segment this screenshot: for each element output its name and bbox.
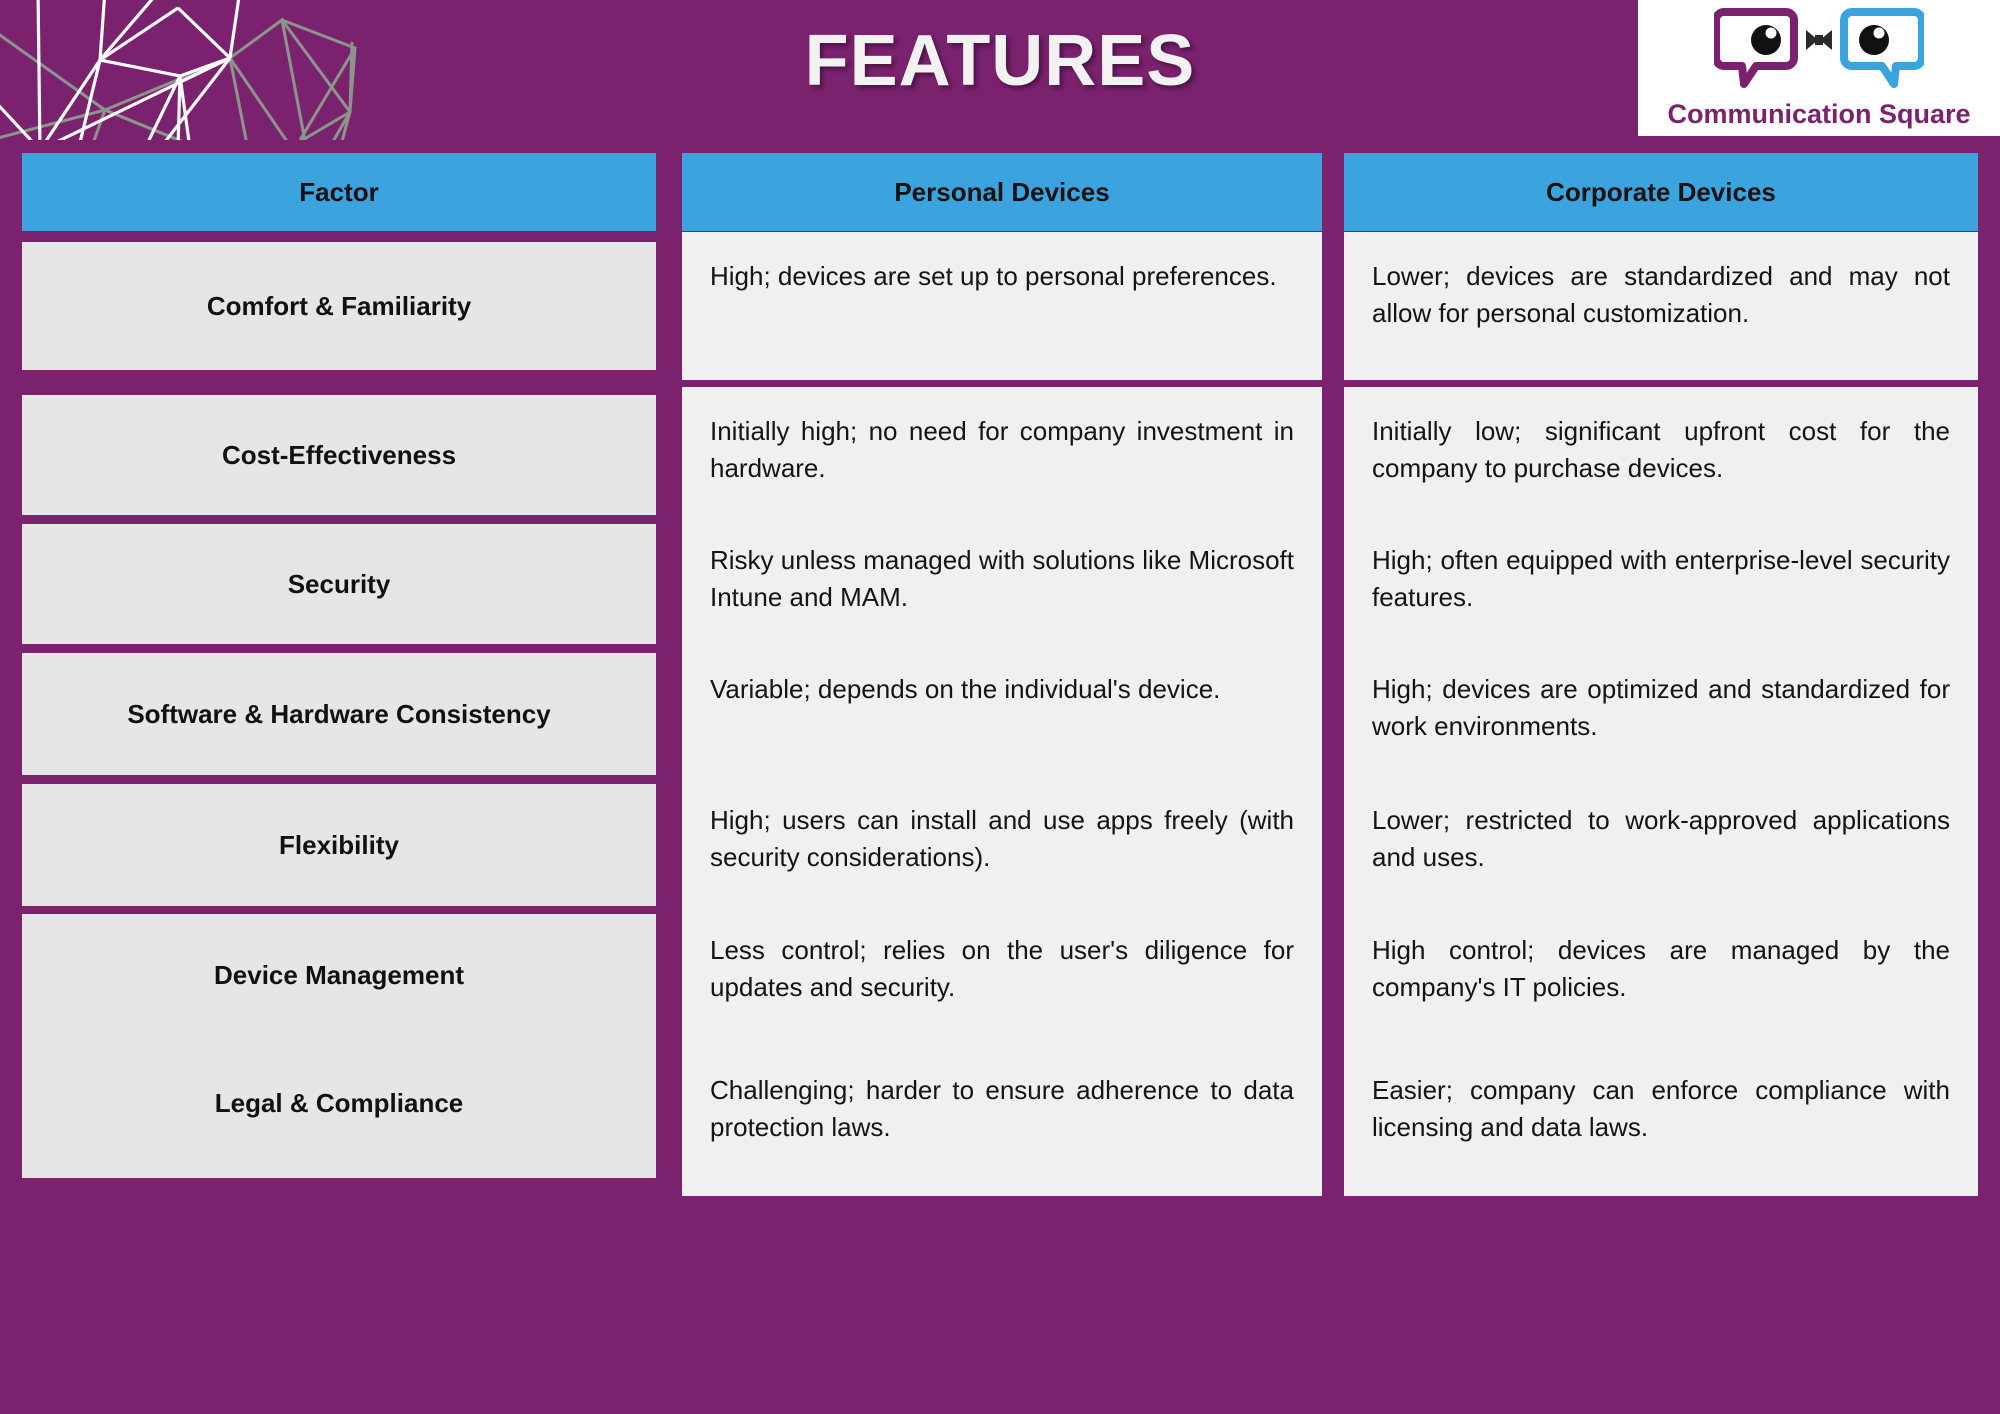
cell-corporate-devices: Lower; devices are standardized and may …: [1344, 232, 1978, 380]
table-row: Flexibility High; users can install and …: [0, 776, 2000, 926]
brand-logo[interactable]: Communication Square: [1638, 0, 2000, 136]
cell-personal-devices: High; users can install and use apps fre…: [682, 776, 1322, 926]
table-row: Security Risky unless managed with solut…: [0, 516, 2000, 664]
cell-personal-devices: Challenging; harder to ensure adherence …: [682, 1046, 1322, 1196]
cell-corporate-devices: High; devices are optimized and standard…: [1344, 645, 1978, 795]
row-factor-label: Legal & Compliance: [22, 1028, 656, 1178]
cell-personal-devices: Initially high; no need for company inve…: [682, 387, 1322, 535]
column-header-corporate-devices: Corporate Devices: [1344, 153, 1978, 231]
cell-corporate-devices: Easier; company can enforce compliance w…: [1344, 1046, 1978, 1196]
page-header: FEATURES Communication Square: [0, 0, 2000, 140]
row-factor-label: Security: [22, 524, 656, 644]
cell-corporate-devices: Initially low; significant upfront cost …: [1344, 387, 1978, 535]
table-row: Cost-Effectiveness Initially high; no ne…: [0, 387, 2000, 535]
cell-corporate-devices: Lower; restricted to work-approved appli…: [1344, 776, 1978, 926]
column-header-personal-devices: Personal Devices: [682, 153, 1322, 231]
features-comparison-table: Factor Personal Devices Corporate Device…: [0, 140, 2000, 1196]
cell-corporate-devices: High; often equipped with enterprise-lev…: [1344, 516, 1978, 664]
row-factor-label: Cost-Effectiveness: [22, 395, 656, 515]
speech-bubbles-logo-icon: [1714, 8, 1924, 88]
table-row: Comfort & Familiarity High; devices are …: [0, 232, 2000, 395]
table-header-row: Factor Personal Devices Corporate Device…: [0, 140, 2000, 232]
table-row: Software & Hardware Consistency Variable…: [0, 645, 2000, 795]
row-factor-label: Device Management: [22, 914, 656, 1036]
cell-personal-devices: High; devices are set up to personal pre…: [682, 232, 1322, 380]
cell-personal-devices: Less control; relies on the user's dilig…: [682, 906, 1322, 1056]
column-header-factor: Factor: [22, 153, 656, 231]
cell-personal-devices: Variable; depends on the individual's de…: [682, 645, 1322, 795]
cell-corporate-devices: High control; devices are managed by the…: [1344, 906, 1978, 1056]
row-factor-label: Software & Hardware Consistency: [22, 653, 656, 775]
row-factor-label: Comfort & Familiarity: [22, 242, 656, 370]
table-row: Device Management Less control; relies o…: [0, 906, 2000, 1056]
brand-wordmark: Communication Square: [1667, 99, 1971, 129]
table-row: Legal & Compliance Challenging; harder t…: [0, 1028, 2000, 1196]
cell-personal-devices: Risky unless managed with solutions like…: [682, 516, 1322, 664]
row-factor-label: Flexibility: [22, 784, 656, 906]
